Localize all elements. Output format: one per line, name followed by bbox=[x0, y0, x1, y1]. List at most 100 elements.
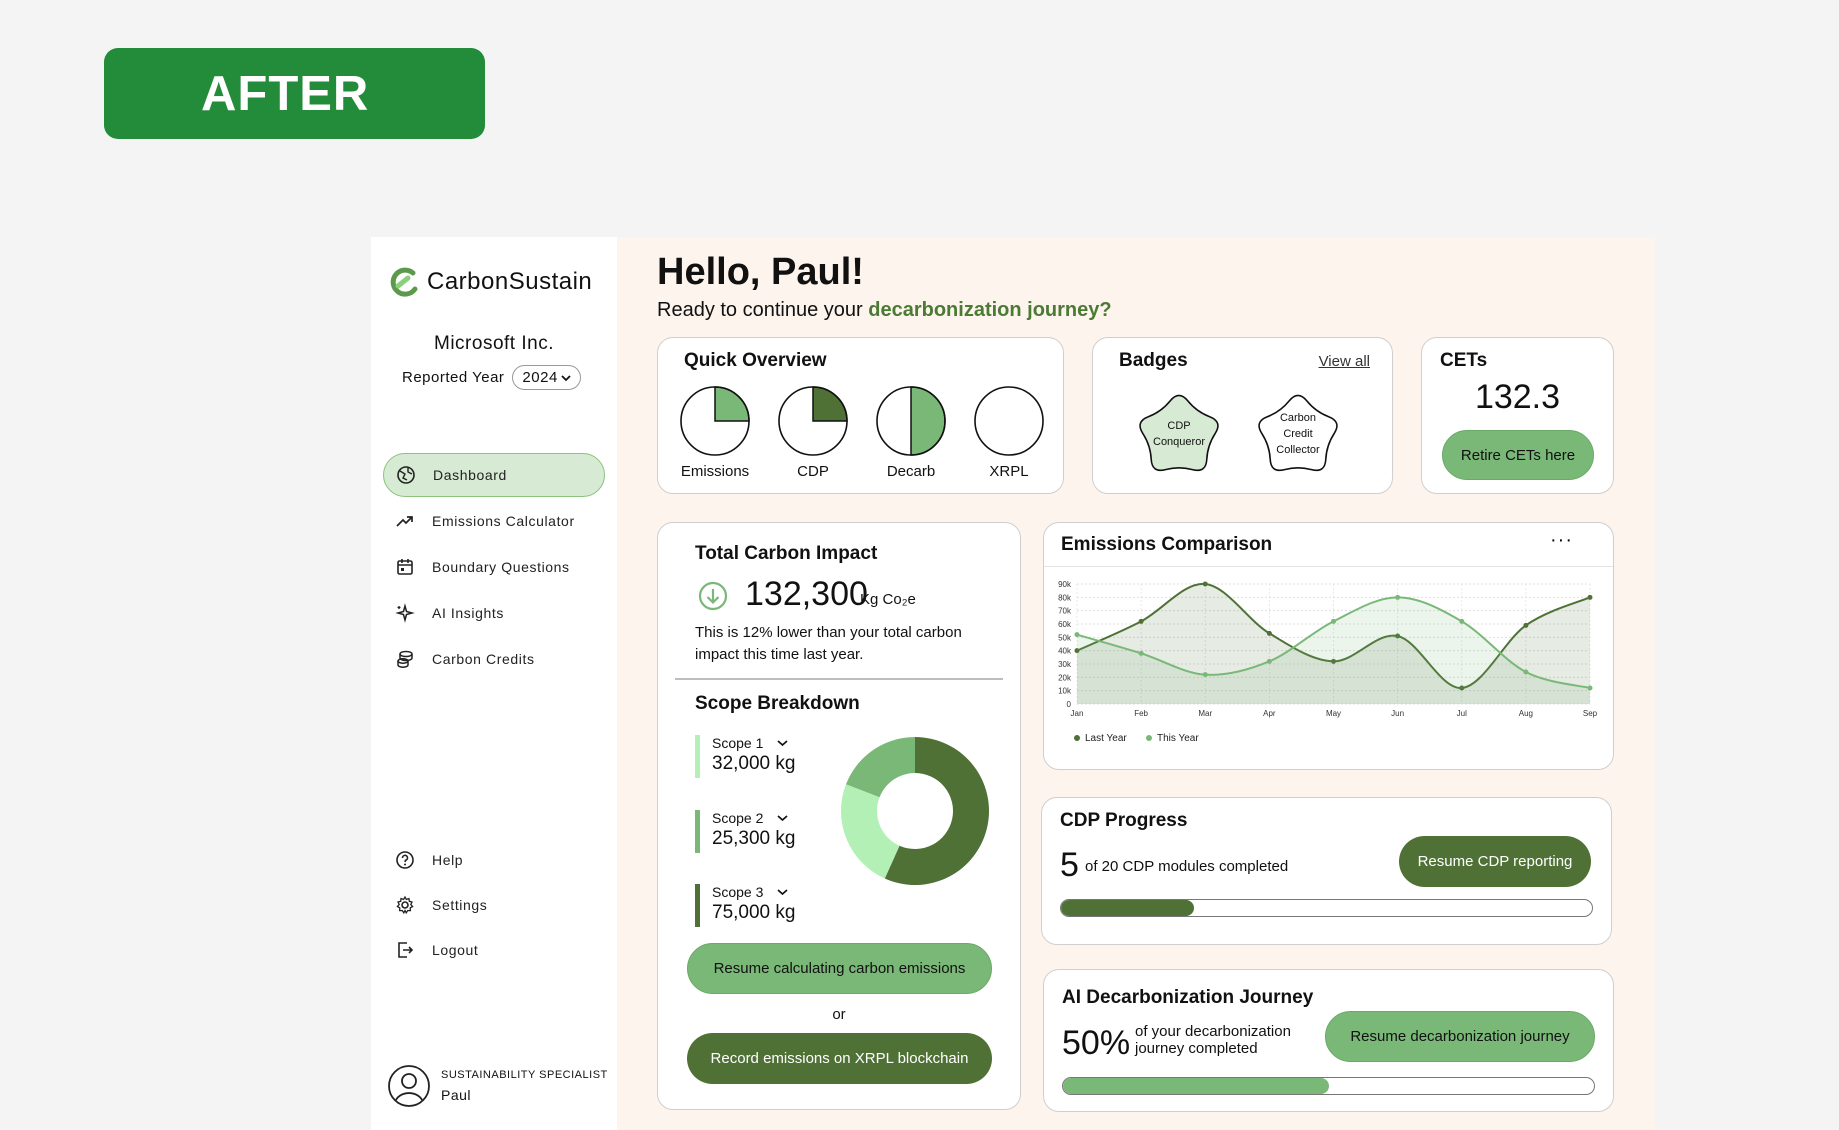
data-point bbox=[1331, 618, 1336, 624]
x-tick-label: May bbox=[1326, 709, 1341, 718]
data-point bbox=[1202, 672, 1208, 678]
data-point bbox=[1459, 618, 1465, 624]
cets-value: 132.3 bbox=[1474, 378, 1561, 416]
y-tick-label: 10k bbox=[1058, 687, 1072, 696]
brand[interactable]: CarbonSustain bbox=[387, 265, 592, 299]
chevron-down-icon[interactable] bbox=[777, 814, 788, 822]
y-tick-label: 0 bbox=[1067, 700, 1072, 709]
y-tick-label: 70k bbox=[1058, 607, 1072, 616]
pie-label: CDP bbox=[797, 463, 829, 480]
data-point bbox=[1138, 618, 1144, 624]
badge-label: CDP Conqueror bbox=[1131, 384, 1227, 480]
badges-title: Badges bbox=[1119, 350, 1188, 371]
scope-label: Scope 3 bbox=[712, 884, 795, 900]
globe-icon bbox=[397, 466, 415, 484]
view-all-link[interactable]: View all bbox=[1319, 353, 1370, 370]
y-tick-label: 50k bbox=[1058, 633, 1072, 642]
avatar-icon bbox=[388, 1065, 430, 1107]
progress-fill bbox=[1063, 1078, 1329, 1094]
data-point bbox=[1587, 685, 1593, 691]
overview-xrpl[interactable]: XRPL bbox=[972, 385, 1046, 480]
data-point bbox=[1395, 594, 1401, 600]
x-tick-label: Sep bbox=[1583, 709, 1598, 718]
scope-breakdown-title: Scope Breakdown bbox=[695, 693, 860, 714]
chevron-down-icon bbox=[561, 374, 571, 381]
overview-emissions[interactable]: Emissions bbox=[678, 385, 752, 480]
legend-label: Last Year bbox=[1085, 733, 1127, 744]
more-options-icon[interactable]: ··· bbox=[1550, 529, 1573, 552]
badge-line: Collector bbox=[1276, 443, 1320, 456]
record-xrpl-button[interactable]: Record emissions on XRPL blockchain bbox=[687, 1033, 992, 1084]
overview-decarb[interactable]: Decarb bbox=[874, 385, 948, 480]
ai-journey-text: of your decarbonization journey complete… bbox=[1135, 1023, 1291, 1057]
chevron-down-icon[interactable] bbox=[777, 888, 788, 896]
comparison-title: Emissions Comparison bbox=[1061, 534, 1273, 555]
total-impact-description: This is 12% lower than your total carbon… bbox=[695, 624, 962, 663]
resume-decarbonization-button[interactable]: Resume decarbonization journey bbox=[1325, 1011, 1595, 1062]
nav-item-dashboard[interactable]: Dashboard bbox=[383, 453, 605, 497]
pie-chart bbox=[680, 386, 750, 456]
scope-2-item[interactable]: Scope 2 25,300 kg bbox=[695, 810, 795, 853]
overview-cdp[interactable]: CDP bbox=[776, 385, 850, 480]
legend-marker bbox=[1074, 735, 1080, 741]
total-impact-title: Total Carbon Impact bbox=[695, 543, 878, 564]
logout-icon bbox=[398, 942, 414, 958]
scope-donut-chart bbox=[841, 737, 989, 885]
dashboard-main: Hello, Paul! Ready to continue your deca… bbox=[617, 237, 1655, 1130]
nav-item-logout[interactable]: Logout bbox=[383, 928, 605, 972]
scope-value: 25,300 kg bbox=[712, 828, 796, 849]
trend-up-icon bbox=[396, 516, 413, 527]
pie-label: Decarb bbox=[886, 463, 936, 480]
cets-title: CETs bbox=[1440, 350, 1488, 371]
nav-label: Help bbox=[432, 852, 464, 868]
y-tick-label: 60k bbox=[1058, 620, 1072, 629]
ai-journey-percent: 50% bbox=[1062, 1024, 1131, 1062]
chevron-down-icon[interactable] bbox=[777, 739, 788, 747]
badge-carbon-credit-collector[interactable]: Carbon Credit Collector bbox=[1250, 384, 1346, 480]
nav-item-help[interactable]: Help bbox=[383, 838, 605, 882]
pie-chart bbox=[876, 386, 946, 456]
donut-segment bbox=[841, 784, 900, 879]
x-tick-label: Jul bbox=[1457, 709, 1467, 718]
x-tick-label: Feb bbox=[1134, 709, 1148, 718]
nav-label: AI Insights bbox=[432, 605, 504, 621]
nav-item-emissions-calculator[interactable]: Emissions Calculator bbox=[383, 499, 605, 543]
overview-pies: Emissions CDP Decarb XRPL bbox=[678, 385, 1046, 480]
year-select[interactable]: 2024 bbox=[512, 365, 581, 390]
retire-cets-button[interactable]: Retire CETs here bbox=[1442, 430, 1594, 480]
y-tick-label: 20k bbox=[1058, 673, 1072, 682]
progress-fill bbox=[1061, 900, 1194, 916]
help-icon bbox=[396, 851, 414, 869]
pie-label: XRPL bbox=[989, 463, 1029, 480]
cdp-completed-count: 5 bbox=[1060, 846, 1079, 884]
gear-icon bbox=[396, 895, 414, 915]
badge-line: Carbon bbox=[1279, 412, 1317, 425]
app-window: CarbonSustain Microsoft Inc. Reported Ye… bbox=[371, 237, 1655, 1130]
nav-item-ai-insights[interactable]: AI Insights bbox=[383, 591, 605, 635]
scope-3-item[interactable]: Scope 3 75,000 kg bbox=[695, 884, 795, 927]
nav-label: Emissions Calculator bbox=[432, 513, 575, 529]
donut-segment bbox=[845, 737, 915, 798]
scope-label: Scope 2 bbox=[712, 810, 795, 826]
resume-calculating-button[interactable]: Resume calculating carbon emissions bbox=[687, 943, 992, 994]
sparkle-icon bbox=[395, 603, 415, 623]
cdp-progress-title: CDP Progress bbox=[1060, 810, 1188, 831]
nav-item-settings[interactable]: Settings bbox=[383, 883, 605, 927]
resume-cdp-button[interactable]: Resume CDP reporting bbox=[1399, 836, 1591, 887]
nav-item-carbon-credits[interactable]: Carbon Credits bbox=[383, 637, 605, 681]
user-profile[interactable]: SUSTAINABILITY SPECIALIST Paul bbox=[387, 1064, 608, 1108]
x-tick-label: Jan bbox=[1071, 709, 1084, 718]
nav-item-boundary-questions[interactable]: Boundary Questions bbox=[383, 545, 605, 589]
page-subtitle: Ready to continue your decarbonization j… bbox=[657, 299, 1112, 322]
subtitle-text: Ready to continue your bbox=[657, 299, 869, 321]
badge-line: Credit bbox=[1283, 428, 1313, 441]
coins-icon bbox=[397, 650, 413, 668]
quick-overview-card: Quick Overview Emissions CDP Decarb XRPL bbox=[657, 337, 1064, 494]
scope-1-item[interactable]: Scope 1 32,000 kg bbox=[695, 735, 795, 778]
badge-cdp-conqueror[interactable]: CDP Conqueror bbox=[1131, 384, 1227, 480]
subtitle-accent: decarbonization journey? bbox=[868, 299, 1112, 321]
divider bbox=[1044, 566, 1613, 567]
data-point bbox=[1138, 650, 1144, 656]
x-tick-label: Aug bbox=[1519, 709, 1533, 718]
scope-value: 32,000 kg bbox=[712, 753, 796, 774]
